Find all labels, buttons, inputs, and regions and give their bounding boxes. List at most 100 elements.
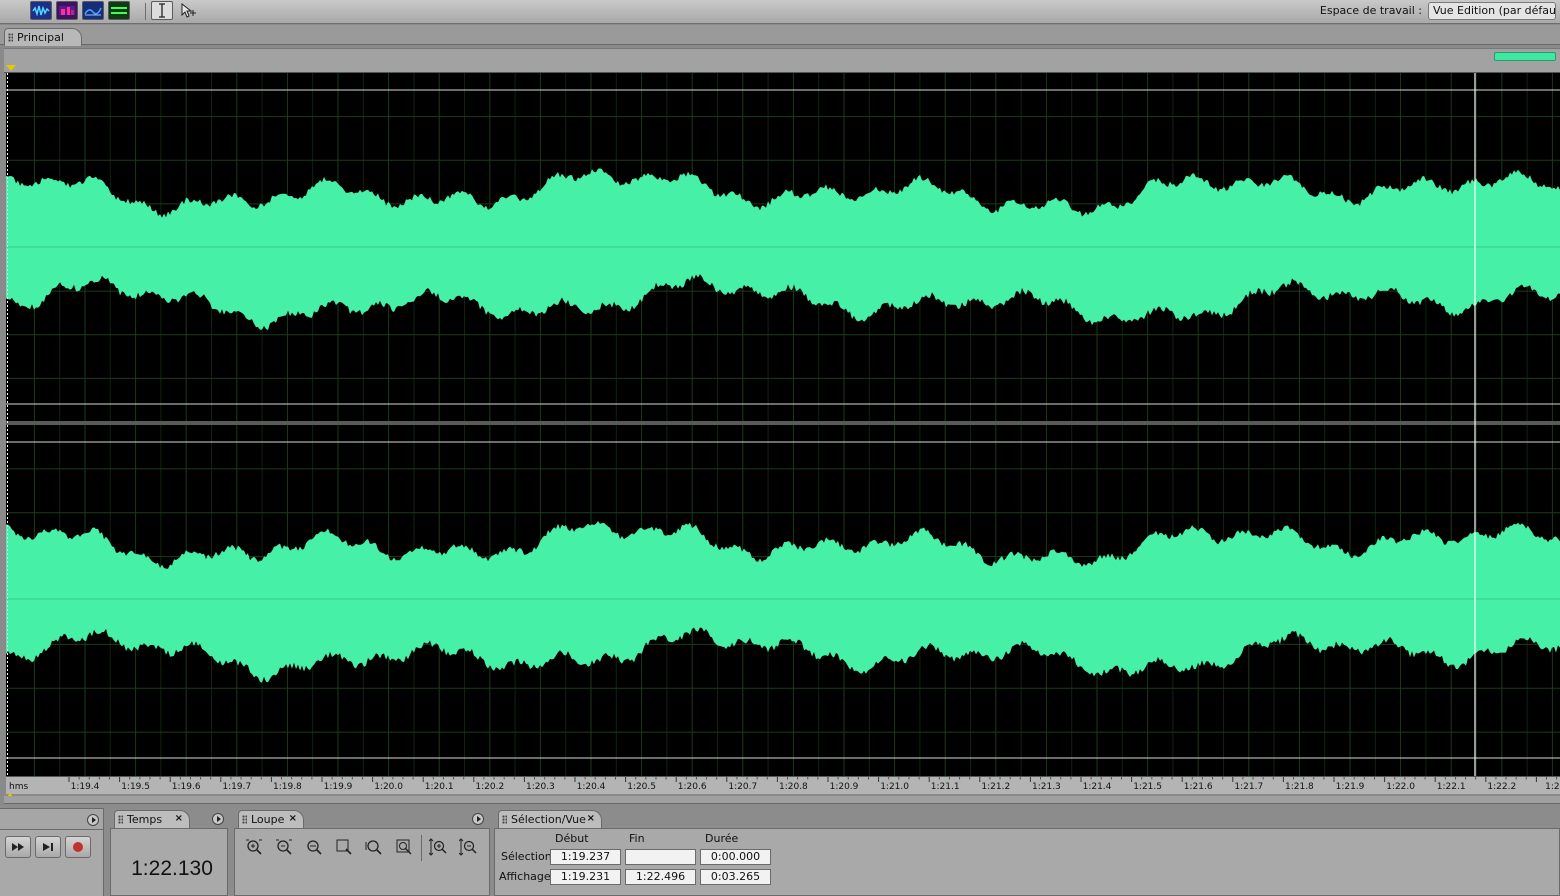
ruler-tick-label: 1:22.0	[1386, 782, 1415, 792]
channel-1-waveform	[6, 168, 1560, 331]
zoom-in-horizontal-icon[interactable]	[243, 837, 265, 857]
workspace-label: Espace de travail :	[1319, 4, 1422, 17]
ruler-tick-label: 1:19.5	[121, 782, 150, 792]
ruler-tick-label: 1:21.7	[1234, 782, 1263, 792]
ruler-tick-label: 1:20.9	[830, 782, 859, 792]
waveform-canvas[interactable]	[6, 73, 1560, 776]
zoom-left-edge-icon[interactable]	[363, 837, 385, 857]
header-duration: Durée	[705, 832, 739, 845]
header-start: Début	[555, 832, 589, 845]
ruler-tick-label: 1:22.2	[1487, 782, 1516, 792]
view-duration-field[interactable]: 0:03.265	[700, 869, 771, 885]
close-icon[interactable]: ×	[175, 813, 183, 824]
ruler-tick-label: 1:21.4	[1083, 782, 1112, 792]
channel-divider	[6, 421, 1560, 425]
workspace-dropdown[interactable]: Vue Edition (par défaut)	[1428, 2, 1556, 20]
view-start-field[interactable]: 1:19.231	[550, 869, 621, 885]
tab-selection-vue[interactable]: Sélection/Vue ×	[498, 810, 602, 828]
tab-temps[interactable]: Temps ×	[114, 810, 190, 828]
overview-range-thumb[interactable]	[1494, 52, 1556, 61]
overview-scrollbar[interactable]	[4, 48, 1560, 64]
ruler-tick-label: 1:19.9	[324, 782, 353, 792]
phase-view-icon[interactable]	[108, 1, 130, 20]
ruler-tick-label: 1:20.3	[526, 782, 555, 792]
ruler-tick-label: 1:21.6	[1184, 782, 1213, 792]
ruler-tick-label: 1:20.8	[779, 782, 808, 792]
ruler-tick-label: 1:20.6	[678, 782, 707, 792]
ruler-tick-label: 1:21.9	[1336, 782, 1365, 792]
ruler-tick-label: 1:20.4	[577, 782, 606, 792]
pan-view-icon[interactable]	[82, 1, 104, 20]
main-tab-bar: Principal	[0, 25, 1560, 46]
tab-loupe-label: Loupe	[251, 813, 285, 826]
bottom-panel-area: Temps × 1:22.130 Loupe × Sélection/Vue ×…	[0, 806, 1560, 896]
toolbar-separator	[145, 3, 146, 20]
zoom-out-full-icon[interactable]	[303, 837, 325, 857]
arrow-move-icon[interactable]	[177, 1, 199, 20]
ruler-tick-label: 1:19.8	[273, 782, 302, 792]
zoom-panel: Loupe ×	[234, 808, 490, 896]
panel-menu-icon[interactable]	[472, 813, 484, 825]
time-panel: Temps × 1:22.130	[110, 808, 228, 896]
zoom-panel-body	[234, 828, 490, 896]
tab-selection-vue-label: Sélection/Vue	[511, 813, 586, 826]
waveform-view-icon[interactable]	[30, 1, 52, 20]
grip-icon	[242, 815, 247, 824]
tab-principal[interactable]: Principal	[4, 28, 82, 46]
view-end-field[interactable]: 1:22.496	[625, 869, 696, 885]
ruler-tick-label: 1:21.5	[1133, 782, 1162, 792]
zoom-in-vertical-icon[interactable]	[427, 837, 449, 857]
horizontal-scrollbar[interactable]	[4, 796, 1560, 804]
i-beam-icon[interactable]	[151, 1, 173, 20]
zoom-out-horizontal-icon[interactable]	[273, 837, 295, 857]
close-icon[interactable]: ×	[289, 813, 297, 824]
playhead-top-marker-icon[interactable]	[6, 65, 16, 71]
time-ruler-canvas: hms 1:19.4 1:19.5 1:19.6 1:19.7 1:19.8 1:19.9 1…	[9, 777, 1560, 792]
channel-2-waveform	[6, 521, 1560, 683]
ruler-tick-label: 1:21.1	[931, 782, 960, 792]
tab-temps-label: Temps	[127, 813, 163, 826]
row-view-label: Affichage	[499, 870, 551, 883]
ruler-tick-label: 1:19.4	[71, 782, 100, 792]
ruler-tick-label: 1:20.5	[627, 782, 656, 792]
ruler-tick-label: 1:2	[1545, 782, 1559, 792]
audio-editor-window: Espace de travail : Vue Edition (par déf…	[0, 0, 1560, 896]
time-panel-body: 1:22.130	[110, 828, 228, 896]
main-toolbar: Espace de travail : Vue Edition (par déf…	[0, 0, 1560, 24]
grip-icon	[502, 815, 507, 824]
selection-start-field[interactable]: 1:19.237	[550, 849, 621, 865]
ruler-tick-label: 1:20.2	[475, 782, 504, 792]
waveform-display[interactable]	[6, 73, 1560, 776]
selection-view-panel: Sélection/Vue × Début Fin Durée Sélectio…	[494, 808, 1560, 896]
ruler-tick-label: 1:21.0	[880, 782, 909, 792]
fast-forward-icon[interactable]	[5, 836, 31, 858]
time-ruler[interactable]: hms 1:19.4 1:19.5 1:19.6 1:19.7 1:19.8 1:19.9 1…	[6, 776, 1560, 794]
panel-menu-icon[interactable]	[212, 813, 224, 825]
panel-menu-icon[interactable]	[87, 814, 99, 826]
selection-duration-field[interactable]: 0:00.000	[700, 849, 771, 865]
header-end: Fin	[629, 832, 645, 845]
close-icon[interactable]: ×	[587, 813, 595, 824]
selection-end-field[interactable]	[625, 849, 696, 865]
transport-panel-body	[0, 829, 103, 896]
record-icon[interactable]	[65, 836, 91, 858]
zoom-out-vertical-icon[interactable]	[457, 837, 479, 857]
ruler-tick-label: 1:21.3	[1032, 782, 1061, 792]
grip-icon	[8, 33, 13, 42]
zoom-separator	[421, 835, 422, 861]
skip-to-end-icon[interactable]	[35, 836, 61, 858]
tab-loupe[interactable]: Loupe ×	[238, 810, 304, 828]
spectral-view-icon[interactable]	[56, 1, 78, 20]
grip-icon	[118, 815, 123, 824]
row-selection-label: Sélection	[501, 850, 552, 863]
ruler-tick-label: 1:20.0	[374, 782, 403, 792]
ruler-tick-label: 1:21.2	[981, 782, 1010, 792]
ruler-tick-label: 1:20.7	[728, 782, 757, 792]
ruler-tick-label: 1:20.1	[425, 782, 454, 792]
ruler-tick-label: 1:22.1	[1437, 782, 1466, 792]
zoom-to-selection-icon[interactable]	[333, 837, 355, 857]
zoom-right-edge-icon[interactable]	[393, 837, 415, 857]
ruler-tick-label: 1:19.7	[222, 782, 251, 792]
ruler-tick-label: 1:19.6	[172, 782, 201, 792]
ruler-tick-label: 1:21.8	[1285, 782, 1314, 792]
